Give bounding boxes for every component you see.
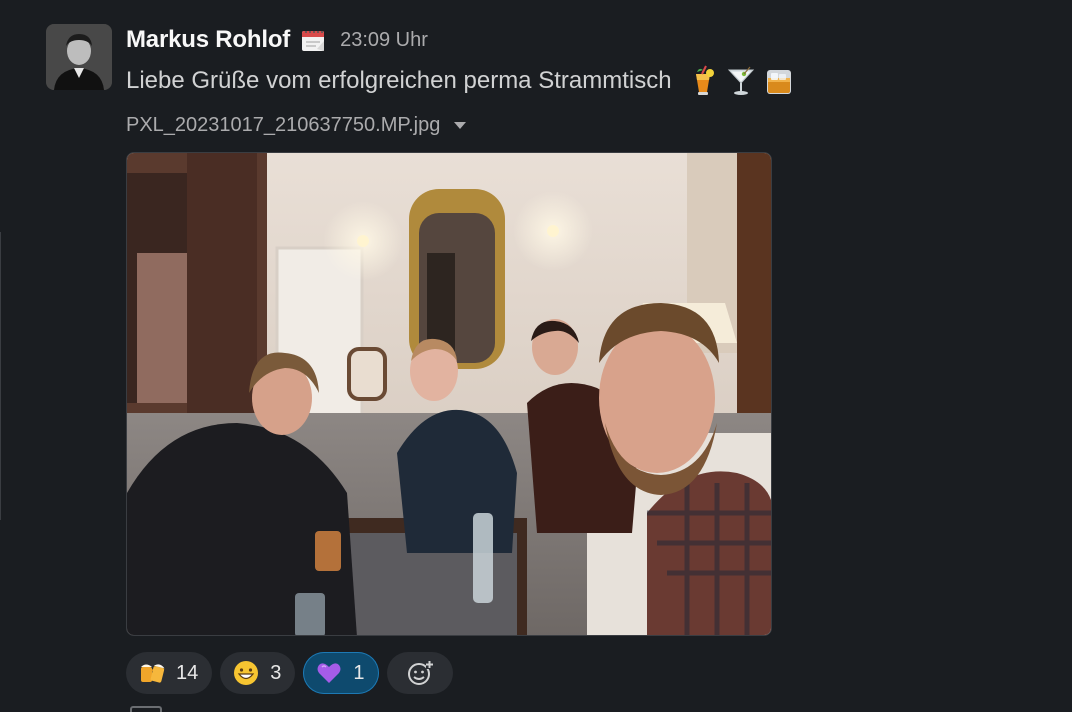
add-reaction-button[interactable] [386, 652, 453, 694]
next-message-sliver [130, 706, 162, 712]
left-divider [0, 232, 1, 520]
message-emojis [686, 64, 796, 98]
purple-heart-icon [317, 663, 341, 683]
reaction-beers[interactable]: 14 [126, 652, 213, 694]
reaction-count: 3 [270, 661, 282, 684]
avatar[interactable] [46, 24, 112, 90]
caret-down-icon[interactable] [454, 121, 467, 129]
beers-icon [141, 664, 165, 683]
reactions-bar: 14 3 1 [126, 652, 453, 694]
sender-name[interactable]: Markus Rohlof [126, 26, 290, 54]
reaction-purple-heart[interactable]: 1 [303, 652, 379, 694]
tropical-drink-icon [695, 65, 714, 95]
calendar-icon[interactable] [300, 27, 326, 53]
reaction-count: 14 [176, 661, 199, 684]
cocktail-glass-icon [727, 66, 754, 95]
grinning-face-icon [234, 661, 259, 685]
message-header: Markus Rohlof 23:09 Uhr [126, 24, 796, 56]
attachment-row: PXL_20231017_210637750.MP.jpg [126, 110, 796, 140]
file-name[interactable]: PXL_20231017_210637750.MP.jpg [126, 114, 440, 137]
message-body: Liebe Grüße vom erfolgreichen perma Stra… [126, 67, 672, 94]
photo-attachment[interactable] [126, 152, 772, 636]
add-reaction-icon [407, 660, 433, 685]
reaction-count: 1 [353, 661, 365, 684]
avatar-image [46, 24, 112, 90]
reaction-grinning[interactable]: 3 [220, 652, 296, 694]
message-content: Markus Rohlof 23:09 Uhr Liebe Grüße vom … [126, 24, 796, 140]
timestamp[interactable]: 23:09 Uhr [340, 29, 428, 52]
message-text: Liebe Grüße vom erfolgreichen perma Stra… [126, 62, 796, 100]
photo-image [127, 153, 771, 635]
tumbler-glass-icon [766, 70, 791, 94]
